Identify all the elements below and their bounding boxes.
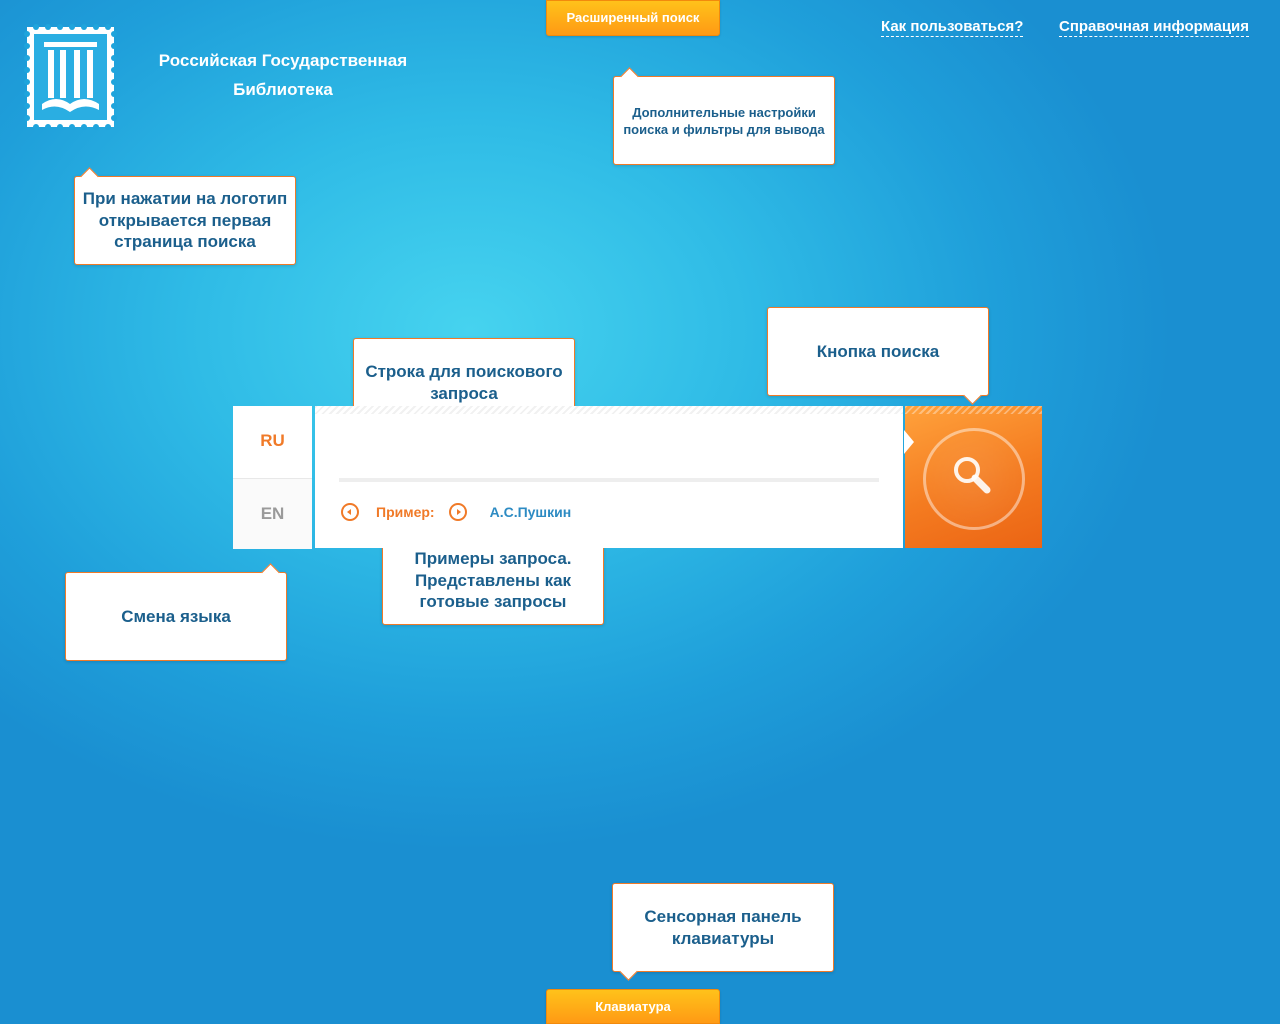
example-label: Пример: [376,504,435,520]
callout-search-line-text: Строка для поискового запроса [365,362,563,403]
callout-keyboard: Сенсорная панель клавиатуры [612,883,834,981]
magnifier-icon [954,457,991,494]
callout-language: Смена языка [65,563,287,661]
library-stamp-logo-icon [24,24,117,130]
example-row: Пример: А.С.Пушкин [341,502,571,522]
advanced-search-tab[interactable]: Расширенный поиск [546,0,720,36]
library-logo[interactable] [24,24,117,130]
callout-advanced-search: Дополнительные настройки поиска и фильтр… [613,67,835,165]
callout-advanced-search-text: Дополнительные настройки поиска и фильтр… [623,104,825,137]
callout-language-text: Смена языка [121,606,231,626]
search-button[interactable] [904,406,1042,548]
callout-keyboard-text: Сенсорная панель клавиатуры [644,907,802,948]
lang-ru-button[interactable]: RU [233,406,312,476]
callout-search-button-text: Кнопка поиска [816,341,940,361]
callout-examples-text: Примеры запроса. Представлены как готовы… [414,549,572,612]
reference-info-link[interactable]: Справочная информация [1059,18,1250,37]
library-title: Российская Государственная Библиотека [140,46,426,104]
callout-logo-text: При нажатии на логотип открывается перва… [82,189,288,252]
how-to-use-link[interactable]: Как пользоваться? [881,18,1024,37]
library-title-line2: Библиотека [233,80,333,99]
example-query-link[interactable]: А.С.Пушкин [490,504,572,520]
callout-logo: При нажатии на логотип открывается перва… [74,167,296,265]
callout-examples: Примеры запроса. Представлены как готовы… [382,527,604,625]
search-input[interactable] [339,428,883,480]
keyboard-tab[interactable]: Клавиатура [546,989,720,1024]
library-title-line1: Российская Государственная [158,51,408,70]
callout-search-button: Кнопка поиска [767,307,989,405]
search-input-underline [339,478,879,482]
language-switch: RU EN [233,406,312,549]
search-panel: Пример: А.С.Пушкин [315,406,903,548]
lang-en-button[interactable]: EN [233,478,312,549]
arrow-left-circle-icon[interactable] [341,503,359,521]
arrow-right-circle-icon[interactable] [448,503,467,521]
